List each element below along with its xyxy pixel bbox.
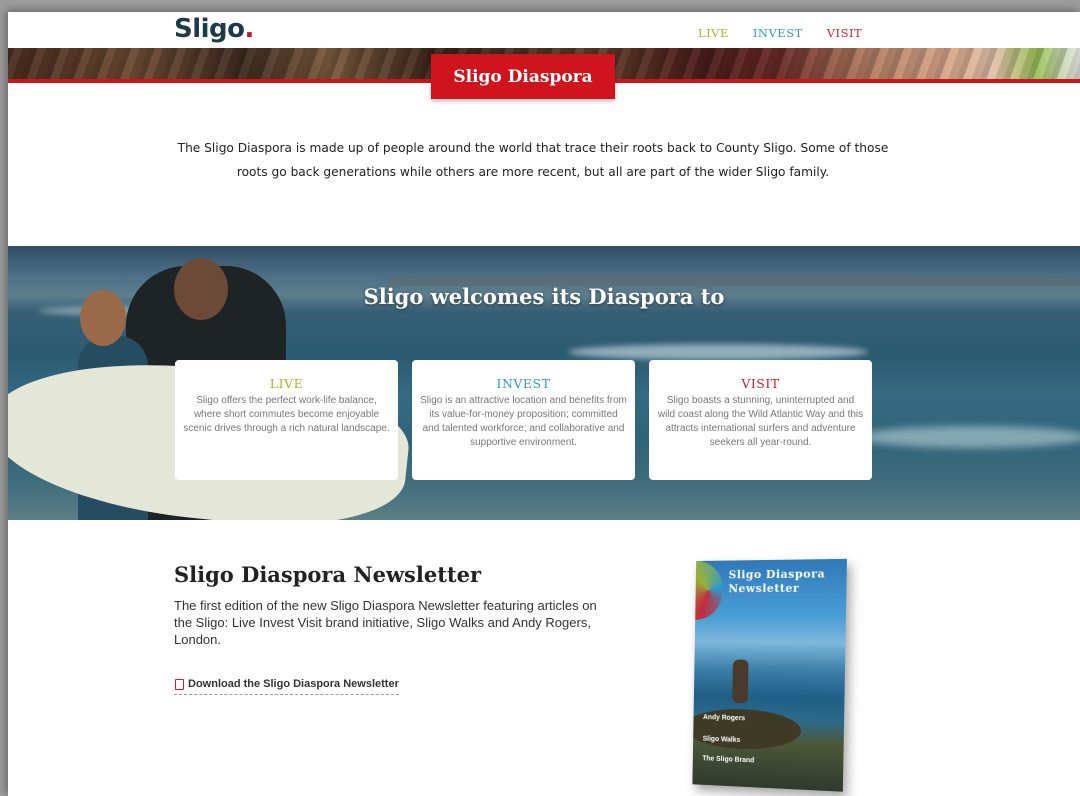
hero-title: Sligo welcomes its Diaspora to [363,284,725,309]
page-title: Sligo Diaspora [431,54,615,99]
newsletter-title: Sligo Diaspora Newsletter [174,562,482,587]
card-visit-title: VISIT [741,376,780,391]
cover-title-line1: Sligo Diaspora [728,567,826,582]
card-live-text: Sligo offers the perfect work-life balan… [183,395,390,434]
cover-item: The Sligo Brand [702,755,755,765]
intro-text: The Sligo Diaspora is made up of people … [177,141,889,179]
site-logo[interactable]: Sligo. [174,14,254,44]
cover-color-wheel [695,560,724,620]
cover-item: Andy Rogers [703,714,746,723]
newsletter-download-label: Download the Sligo Diaspora Newsletter [188,678,399,690]
hero-wave [858,426,1080,448]
hero-wave [568,344,868,360]
cover-title: Sligo Diaspora Newsletter [728,567,825,596]
card-invest-text: Sligo is an attractive location and bene… [420,395,627,448]
card-live-title: LIVE [269,376,304,391]
site-header: Sligo. LIVE INVEST VISIT [8,12,1080,48]
pdf-icon [174,679,184,690]
card-visit[interactable]: VISIT Sligo boasts a stunning, uninterru… [649,360,872,480]
newsletter-cover-image[interactable]: Sligo Diaspora Newsletter Andy Rogers Sl… [692,558,847,792]
cover-title-line2: Newsletter [728,581,800,596]
cover-person [732,659,749,704]
newsletter-download-link[interactable]: Download the Sligo Diaspora Newsletter [174,678,399,695]
nav-invest-link[interactable]: INVEST [753,26,803,40]
card-invest-title: INVEST [496,376,551,391]
logo-dot: . [244,14,255,44]
logo-text: Sligo [174,14,245,44]
hero-section: Sligo welcomes its Diaspora to LIVE Slig… [8,246,1080,520]
nav-live-link[interactable]: LIVE [698,26,729,40]
browser-page: Sligo. LIVE INVEST VISIT Sligo Diaspora … [8,12,1080,796]
nav-visit-link[interactable]: VISIT [827,26,862,40]
main-nav: LIVE INVEST VISIT [698,26,862,40]
card-invest[interactable]: INVEST Sligo is an attractive location a… [412,360,635,480]
card-visit-text: Sligo boasts a stunning, uninterrupted a… [657,395,864,448]
cover-item: Sligo Walks [702,735,741,744]
newsletter-description: The first edition of the new Sligo Diasp… [174,598,597,647]
hero-cards: LIVE Sligo offers the perfect work-life … [175,360,872,480]
card-live[interactable]: LIVE Sligo offers the perfect work-life … [175,360,398,480]
